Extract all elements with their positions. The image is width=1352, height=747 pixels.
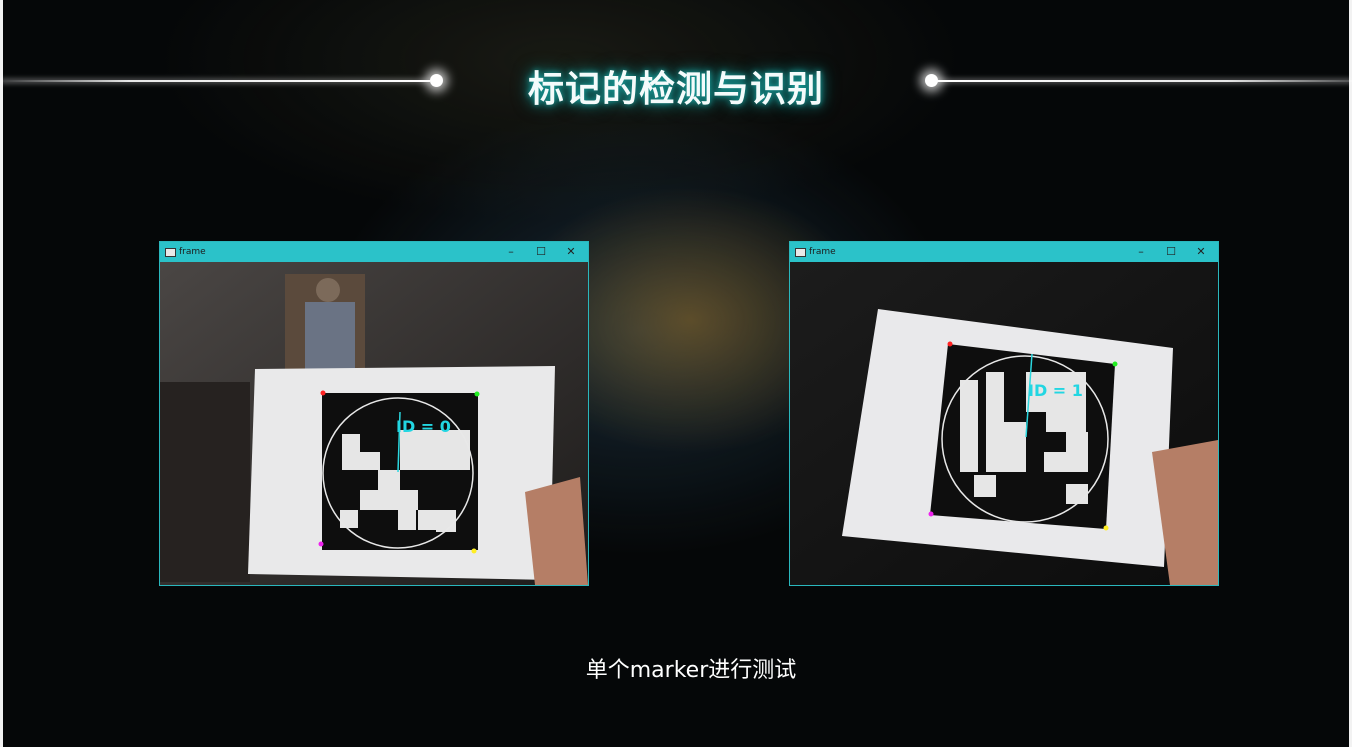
corner-dot-green	[1112, 361, 1118, 367]
corner-dot-yellow	[471, 548, 477, 554]
corner-dot-yellow	[1103, 525, 1109, 531]
camera-window-1[interactable]: frame – ☐ ✕ ID = 0	[159, 241, 589, 586]
camera-frame-image: ID = 1	[790, 262, 1218, 585]
camera-frame-image: ID = 0	[160, 262, 588, 585]
corner-dot-red	[320, 390, 326, 396]
close-button[interactable]: ✕	[556, 242, 586, 262]
slide-title: 标记的检测与识别	[527, 69, 824, 110]
corner-dot-red	[947, 341, 953, 347]
close-button[interactable]: ✕	[1186, 242, 1216, 262]
app-window-icon	[795, 248, 806, 257]
window-titlebar[interactable]: frame – ☐ ✕	[160, 242, 588, 262]
window-title: frame	[809, 247, 836, 257]
person-head	[316, 278, 340, 302]
minimize-button[interactable]: –	[1126, 242, 1156, 262]
corner-dot-green	[474, 391, 480, 397]
marker-id-label: ID = 1	[1028, 381, 1083, 400]
app-window-icon	[165, 248, 176, 257]
maximize-button[interactable]: ☐	[526, 242, 556, 262]
slide-left-edge	[0, 0, 3, 747]
slide-caption: 单个marker进行测试	[585, 658, 797, 683]
corner-dot-magenta	[928, 511, 934, 517]
window-titlebar[interactable]: frame – ☐ ✕	[790, 242, 1218, 262]
hand	[525, 477, 588, 585]
marker-id-label: ID = 0	[396, 417, 451, 436]
camera-window-2[interactable]: frame – ☐ ✕ ID = 1	[789, 241, 1219, 586]
minimize-button[interactable]: –	[496, 242, 526, 262]
maximize-button[interactable]: ☐	[1156, 242, 1186, 262]
person-silhouette	[305, 302, 355, 372]
corner-dot-magenta	[318, 541, 324, 547]
window-title: frame	[179, 247, 206, 257]
